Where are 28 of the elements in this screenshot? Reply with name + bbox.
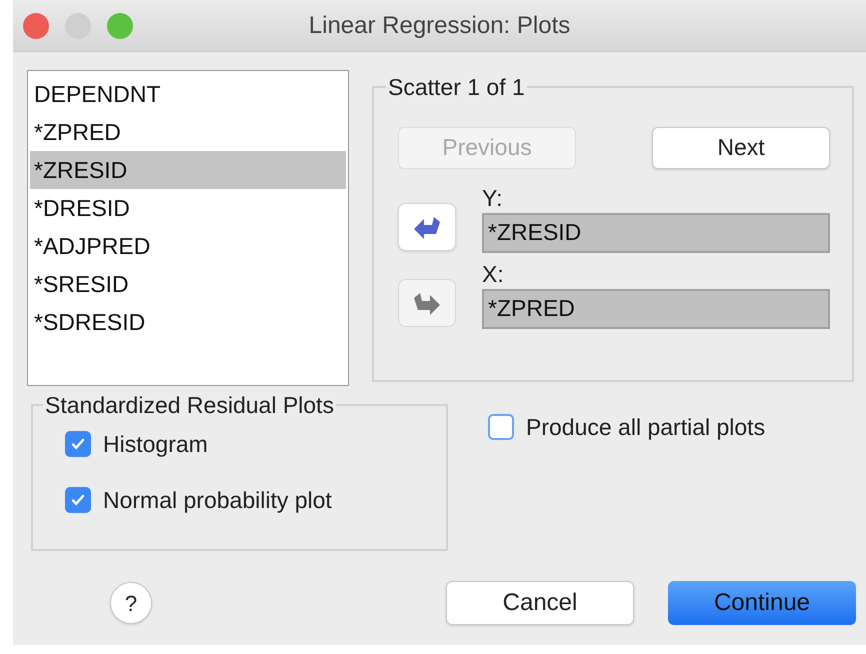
option-label: Normal probability plot	[103, 486, 332, 515]
field-label: Y:	[482, 184, 504, 212]
move-arrow-button[interactable]	[398, 202, 456, 250]
checkbox[interactable]	[65, 430, 91, 457]
help-button[interactable]: ?	[110, 582, 152, 624]
list-item[interactable]: *ZRESID	[30, 151, 346, 189]
option-label: Produce all partial plots	[526, 413, 766, 442]
list-item[interactable]: *ZPRED	[30, 113, 346, 151]
cancel-button[interactable]: Cancel	[446, 581, 634, 625]
option-label: Histogram	[103, 430, 208, 459]
checkbox[interactable]	[488, 414, 514, 440]
list-item[interactable]: *ADJPRED	[30, 227, 346, 265]
close-icon[interactable]	[23, 12, 49, 38]
group-title: Standardized Residual Plots	[44, 391, 335, 420]
list-item[interactable]: *SRESID	[30, 265, 346, 303]
list-item[interactable]: DEPENDNT	[30, 75, 346, 113]
checkbox[interactable]	[65, 487, 91, 514]
next-button[interactable]: Next	[652, 126, 830, 168]
continue-button[interactable]: Continue	[668, 581, 856, 625]
group-title: Scatter 1 of 1	[387, 73, 526, 102]
window-title: Linear Regression: Plots	[308, 10, 570, 40]
field-label: X:	[482, 260, 505, 288]
variable-field[interactable]: *ZPRED	[482, 288, 830, 328]
zoom-icon[interactable]	[107, 12, 133, 38]
list-item[interactable]: *DRESID	[30, 189, 346, 227]
list-item[interactable]: *SDRESID	[30, 303, 346, 341]
checkmark-icon	[70, 492, 86, 508]
variable-field[interactable]: *ZRESID	[482, 212, 830, 252]
